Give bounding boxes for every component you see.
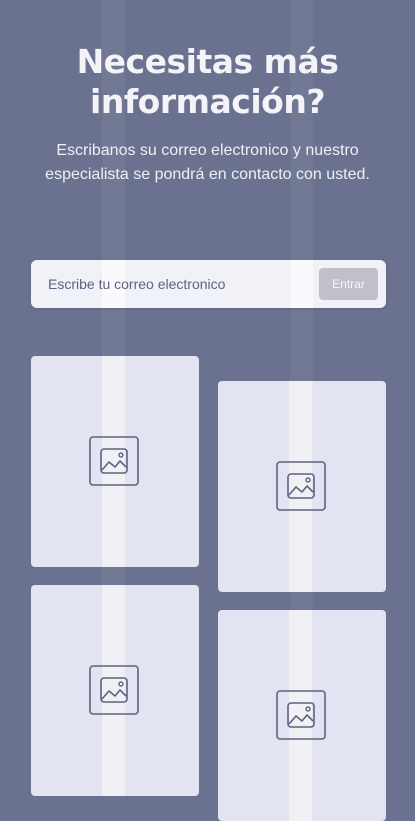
image-placeholder-icon [276,690,326,740]
subscribe-form: Entrar [31,260,386,308]
gallery-card [218,610,386,821]
image-placeholder-icon [89,665,139,715]
gallery-card [31,356,199,567]
page-subtitle: Escribanos su correo electronico y nuest… [45,142,370,183]
gallery-card [31,585,199,796]
email-input[interactable] [48,260,318,308]
image-placeholder-icon [276,461,326,511]
title-line-2: información? [90,82,325,121]
title-line-1: Necesitas más [76,42,339,81]
page-title: Necesitas más información? [0,42,415,122]
image-placeholder-icon [89,436,139,486]
submit-button[interactable]: Entrar [319,268,378,300]
gallery-card [218,381,386,592]
